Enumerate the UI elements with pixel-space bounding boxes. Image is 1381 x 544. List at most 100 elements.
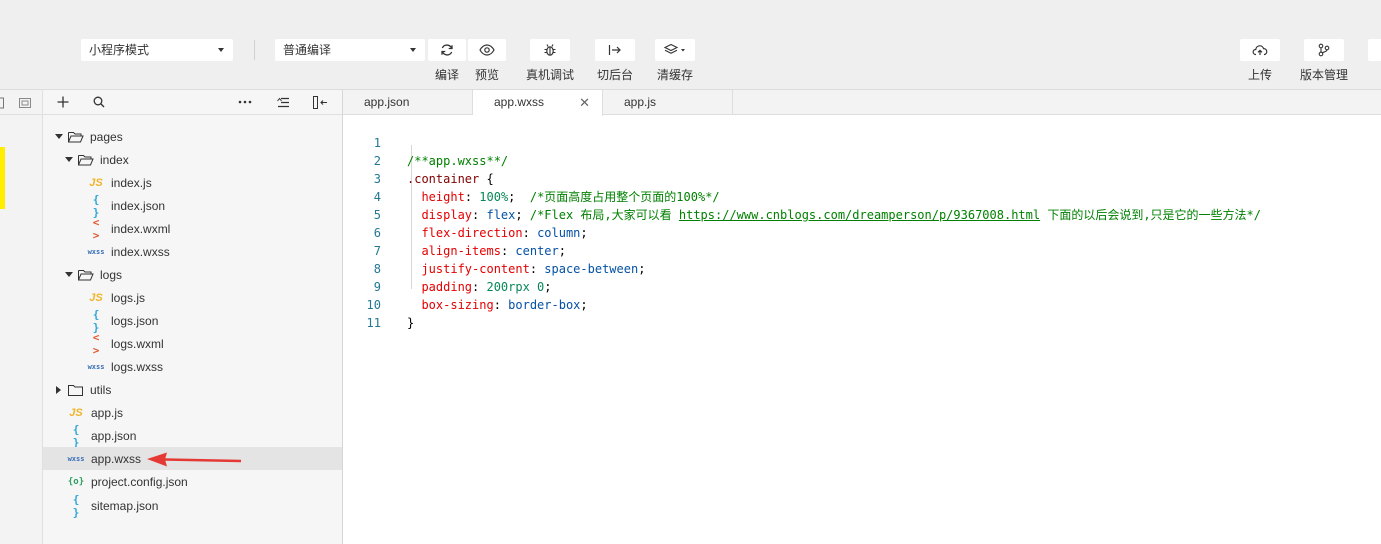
tab-app-js[interactable]: app.js <box>603 90 733 115</box>
file-name: index.wxml <box>111 221 171 236</box>
file-logs-wxml[interactable]: < > logs.wxml <box>43 330 342 357</box>
left-rail <box>0 90 43 544</box>
brace: } <box>407 316 415 330</box>
file-app-json[interactable]: { } app.json <box>43 422 342 449</box>
code-line: 8 padding: 200rpx 0; <box>343 242 1381 294</box>
add-icon[interactable] <box>56 95 70 109</box>
tab-label: app.js <box>624 95 657 109</box>
close-icon[interactable]: ✕ <box>579 90 590 115</box>
file-name: index.wxss <box>111 244 170 259</box>
file-name: logs.wxml <box>111 336 164 351</box>
tab-label: app.json <box>364 95 410 109</box>
code-line: 1 /**app.wxss**/ <box>343 116 1381 168</box>
config-file-icon: {o} <box>67 476 85 487</box>
eye-icon <box>479 44 495 56</box>
refresh-icon <box>441 44 453 56</box>
preview-button[interactable] <box>468 39 506 61</box>
code-line: 10 } <box>343 278 1381 330</box>
tab-label: app.wxss <box>494 95 545 109</box>
code-line: 4 display: flex; /*Flex 布局,大家可以看 https:/… <box>343 170 1381 222</box>
annotation-arrow-icon <box>147 452 242 467</box>
switch-background-icon <box>608 45 621 55</box>
expanded-arrow-icon <box>65 157 73 162</box>
expanded-arrow-icon <box>65 272 73 277</box>
folder-name: logs <box>100 267 123 282</box>
line-number: 11 <box>366 316 381 330</box>
switch-background-button[interactable] <box>595 39 635 61</box>
folder-utils[interactable]: utils <box>43 378 342 401</box>
folder-pages[interactable]: pages <box>43 125 342 148</box>
toolbar: 小程序模式 普通编译 编译 预览 真机调试 切后台 清缓存 上传 版本管理 <box>0 0 1381 90</box>
toolbar-divider <box>254 40 255 60</box>
collapse-panel-icon[interactable] <box>0 97 5 109</box>
bug-icon <box>544 44 556 56</box>
caret-down-icon <box>410 48 416 52</box>
wxss-file-icon: wxss <box>67 454 85 463</box>
compile-label: 编译 <box>434 68 459 82</box>
branch-icon <box>1318 43 1330 57</box>
caret-down-icon <box>218 48 224 52</box>
folder-open-icon <box>78 269 94 280</box>
preview-label: 预览 <box>474 68 499 82</box>
tab-app-wxss[interactable]: app.wxss ✕ <box>473 90 603 116</box>
code-line: 3 height: 100%; /*页面高度占用整个页面的100%*/ <box>343 152 1381 204</box>
toggle-sidebar-icon[interactable] <box>312 95 328 109</box>
code-line: 9 box-sizing: border-box; <box>343 260 1381 312</box>
file-app-js[interactable]: JS app.js <box>43 401 342 424</box>
more-icon[interactable] <box>238 95 252 109</box>
compile-mode-label: 普通编译 <box>283 43 332 57</box>
collapsed-arrow-icon <box>56 385 61 394</box>
file-name: sitemap.json <box>91 498 159 513</box>
wxss-file-icon: wxss <box>87 247 105 256</box>
upload-label: 上传 <box>1247 68 1272 82</box>
js-file-icon: JS <box>89 176 103 189</box>
mode-select[interactable]: 小程序模式 <box>81 39 233 61</box>
file-index-wxml[interactable]: < > index.wxml <box>43 216 342 242</box>
details-button[interactable] <box>1368 39 1381 61</box>
folder-open-icon <box>78 154 94 165</box>
folder-icon <box>68 384 83 396</box>
upload-button[interactable] <box>1240 39 1280 61</box>
file-name: app.js <box>91 405 124 420</box>
cloud-upload-icon <box>1252 45 1268 56</box>
file-index-json[interactable]: { } index.json <box>43 193 342 219</box>
file-name: index.json <box>111 198 166 213</box>
file-explorer: pages index JS index.js { } index.json <… <box>43 90 343 544</box>
file-name: app.wxss <box>91 451 142 466</box>
tab-app-json[interactable]: app.json <box>343 90 473 115</box>
version-management-button[interactable] <box>1304 39 1344 61</box>
file-index-js[interactable]: JS index.js <box>43 171 342 194</box>
file-name: logs.json <box>111 313 159 328</box>
wxml-file-icon: < > <box>92 330 100 357</box>
file-index-wxss[interactable]: wxss index.wxss <box>43 240 342 263</box>
folder-index[interactable]: index <box>43 148 342 171</box>
file-project-config[interactable]: {o} project.config.json <box>43 470 342 493</box>
file-name: logs.js <box>111 290 146 305</box>
real-device-debug-button[interactable] <box>530 39 570 61</box>
clear-cache-button[interactable] <box>655 39 695 61</box>
compile-button[interactable] <box>428 39 466 61</box>
collapse-all-icon[interactable] <box>276 95 290 109</box>
js-file-icon: JS <box>89 291 103 304</box>
search-icon[interactable] <box>92 95 106 109</box>
file-name: app.json <box>91 428 137 443</box>
file-name: index.js <box>111 175 152 190</box>
switch-background-label: 切后台 <box>596 68 633 82</box>
folder-name: pages <box>90 129 123 144</box>
code-line: 6 align-items: center; <box>343 206 1381 258</box>
folder-name: index <box>100 152 129 167</box>
code-line: 11 <box>343 296 1381 330</box>
file-logs-wxss[interactable]: wxss logs.wxss <box>43 355 342 378</box>
folder-logs[interactable]: logs <box>43 263 342 286</box>
window-icon[interactable] <box>19 97 32 109</box>
devtools-window: 小程序模式 普通编译 编译 预览 真机调试 切后台 清缓存 上传 版本管理 pa… <box>0 0 1381 544</box>
file-name: logs.wxss <box>111 359 164 374</box>
json-file-icon: { } <box>72 422 80 449</box>
compile-mode-select[interactable]: 普通编译 <box>275 39 425 61</box>
file-sitemap[interactable]: { } sitemap.json <box>43 493 342 519</box>
code-line: 7 justify-content: space-between; <box>343 224 1381 276</box>
layers-icon <box>664 43 685 54</box>
file-logs-json[interactable]: { } logs.json <box>43 308 342 334</box>
code-line: 2 .container { <box>343 134 1381 186</box>
file-logs-js[interactable]: JS logs.js <box>43 286 342 309</box>
